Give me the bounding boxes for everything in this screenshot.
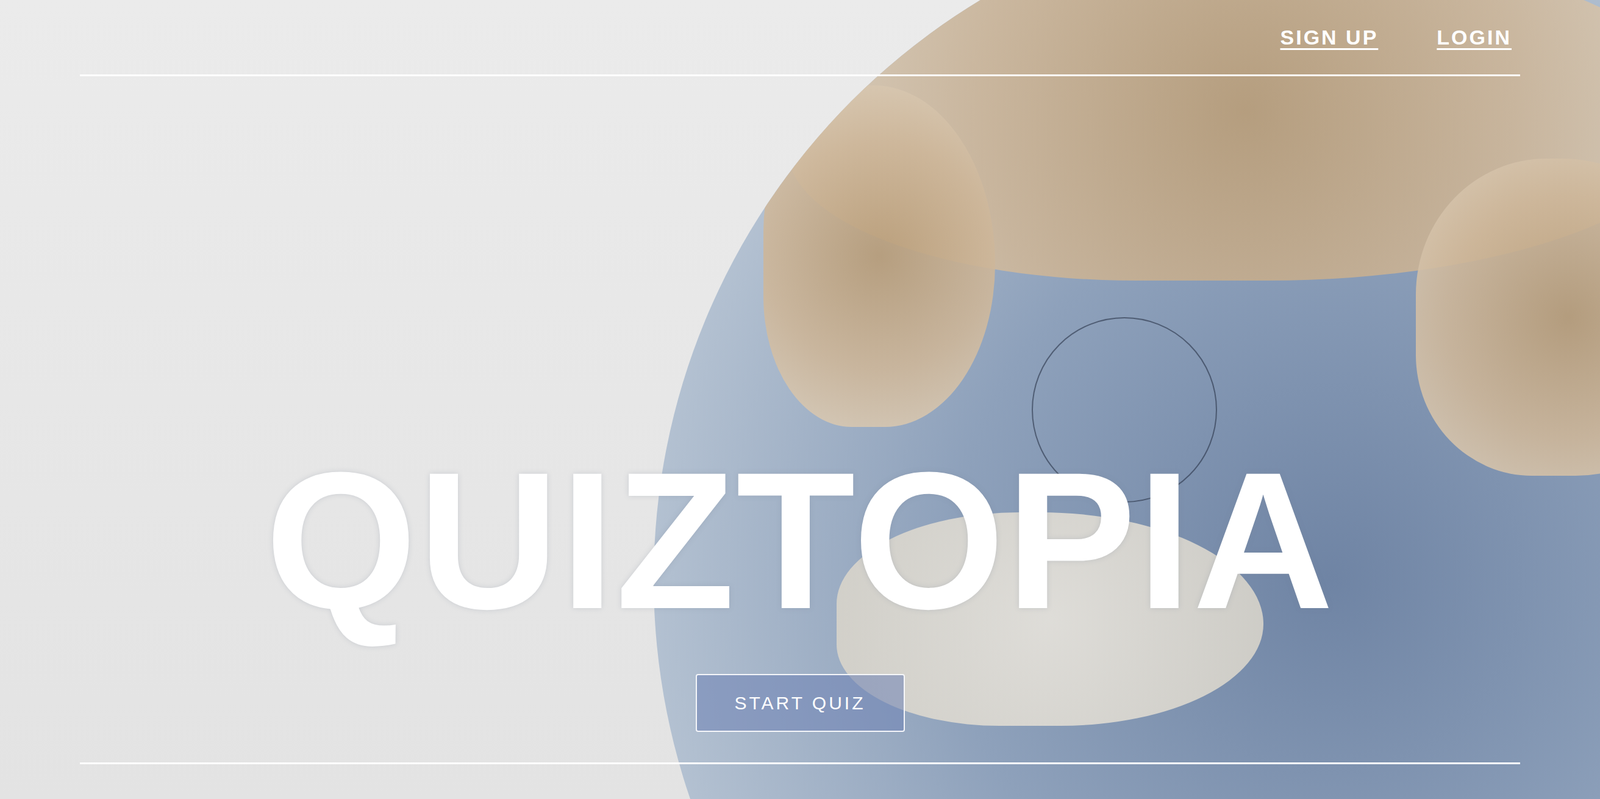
landing-page: SIGN UP LOGIN QUIZTOPIA START QUIZ bbox=[0, 0, 1600, 799]
nav-link[interactable]: SIGN UP bbox=[1280, 25, 1379, 50]
hero: QUIZTOPIA START QUIZ bbox=[79, 76, 1521, 763]
site-title: QUIZTOPIA bbox=[265, 442, 1335, 638]
start-quiz-button[interactable]: START QUIZ bbox=[695, 673, 905, 732]
nav-link[interactable]: LOGIN bbox=[1436, 25, 1512, 50]
top-nav: SIGN UP LOGIN bbox=[79, 0, 1521, 77]
bottom-rule bbox=[79, 762, 1521, 799]
